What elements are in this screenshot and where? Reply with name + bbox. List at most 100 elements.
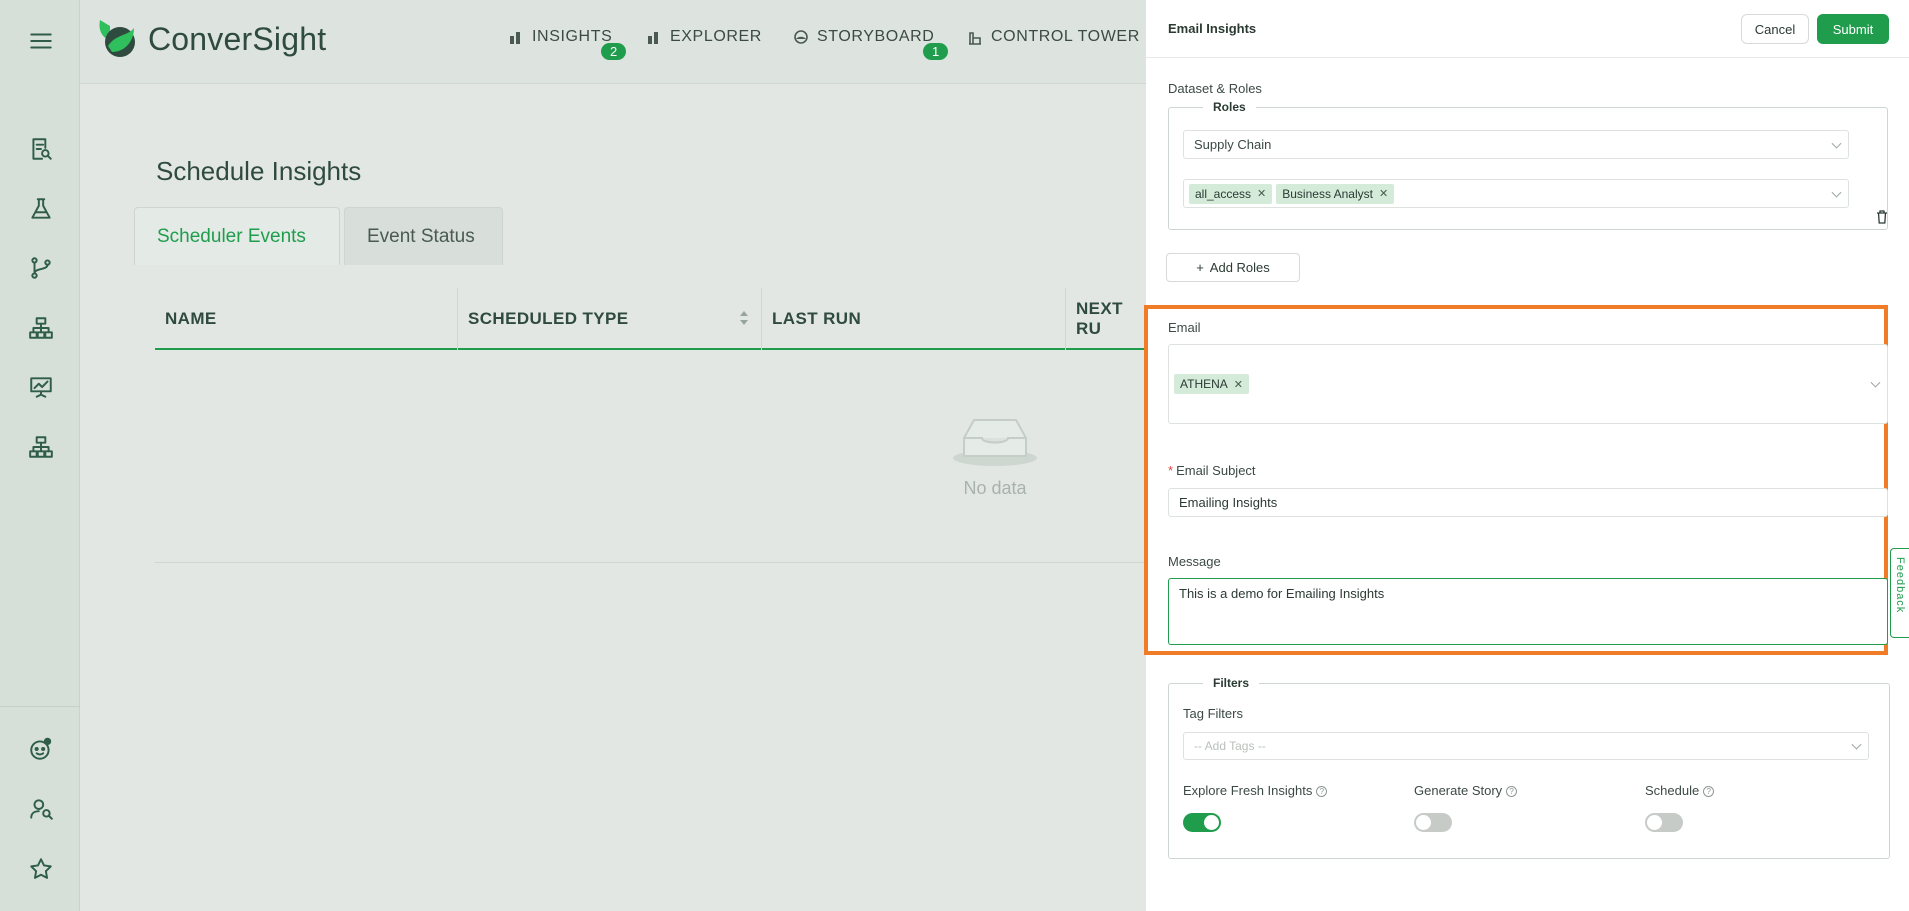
- explore-fresh-insights-toggle[interactable]: [1183, 813, 1221, 832]
- report-search-icon[interactable]: [26, 134, 56, 164]
- generate-story-text: Generate Story: [1414, 783, 1503, 798]
- email-subject-label-text: Email Subject: [1176, 463, 1256, 478]
- left-rail: [0, 0, 80, 911]
- chevron-down-icon: [1870, 377, 1881, 388]
- plus-icon: +: [1196, 260, 1204, 275]
- chevron-down-icon: [1831, 138, 1842, 149]
- required-marker: *: [1168, 463, 1174, 478]
- drawer-header: Email Insights Cancel Submit: [1146, 0, 1909, 58]
- menu-icon[interactable]: [26, 26, 56, 56]
- chevron-down-icon: [1831, 187, 1842, 198]
- roles-multiselect[interactable]: all_access ✕ Business Analyst ✕: [1183, 179, 1849, 208]
- help-icon[interactable]: ?: [1703, 786, 1715, 798]
- page-title: Schedule Insights: [156, 156, 362, 186]
- schedule-toggle[interactable]: [1645, 813, 1683, 832]
- control-tower-icon: [969, 32, 981, 45]
- user-search-icon[interactable]: [26, 794, 56, 824]
- cancel-button[interactable]: Cancel: [1741, 14, 1809, 44]
- submit-button[interactable]: Submit: [1817, 14, 1889, 44]
- table-header: NAME SCHEDULED TYPE LAST RUN NEXT RU: [155, 288, 1146, 350]
- brand-logo[interactable]: ConverSight: [94, 16, 326, 62]
- trash-icon[interactable]: [1876, 210, 1888, 224]
- bot-icon[interactable]: [26, 734, 56, 764]
- explore-fresh-insights-text: Explore Fresh Insights: [1183, 783, 1313, 798]
- presentation-chart-icon[interactable]: [26, 372, 56, 402]
- nav-insights[interactable]: INSIGHTS: [508, 28, 612, 46]
- remove-tag-icon[interactable]: ✕: [1234, 378, 1243, 391]
- roles-fieldset: Roles Supply Chain all_access ✕ Business …: [1168, 100, 1888, 230]
- email-recipients-select[interactable]: ATHENA ✕: [1168, 344, 1888, 424]
- hierarchy-icon[interactable]: [26, 313, 56, 343]
- column-last-run[interactable]: LAST RUN: [762, 288, 1066, 350]
- email-subject-input[interactable]: Emailing Insights: [1168, 488, 1888, 517]
- email-tag-label: ATHENA: [1180, 377, 1228, 391]
- nav-storyboard-label: STORYBOARD: [817, 28, 935, 45]
- sort-icon[interactable]: [739, 310, 749, 326]
- add-roles-label: Add Roles: [1209, 260, 1270, 275]
- org-chart-icon[interactable]: [26, 432, 56, 462]
- filters-legend: Filters: [1203, 676, 1260, 690]
- schedule-text: Schedule: [1645, 783, 1700, 798]
- chevron-down-icon: [1851, 739, 1862, 750]
- insights-count-badge: 2: [601, 43, 627, 60]
- add-roles-button[interactable]: + Add Roles: [1166, 253, 1300, 282]
- email-tag: ATHENA ✕: [1174, 374, 1250, 394]
- remove-tag-icon[interactable]: ✕: [1257, 187, 1266, 200]
- bar-chart-icon: [648, 32, 658, 44]
- email-subject-label: * Email Subject: [1168, 463, 1256, 478]
- tag-filters-placeholder: -- Add Tags --: [1194, 739, 1266, 753]
- feedback-label: Feedback: [1894, 557, 1906, 614]
- email-label: Email: [1168, 320, 1201, 335]
- toggle-knob: [1647, 815, 1662, 830]
- filters-fieldset: Filters Tag Filters -- Add Tags -- Explo…: [1168, 676, 1890, 859]
- rail-divider: [0, 706, 80, 707]
- branch-icon[interactable]: [26, 253, 56, 283]
- role-tag-label: all_access: [1195, 186, 1252, 201]
- toggle-knob: [1204, 815, 1219, 830]
- empty-state-text: No data: [963, 478, 1027, 498]
- toggle-knob: [1416, 815, 1431, 830]
- remove-tag-icon[interactable]: ✕: [1379, 187, 1388, 200]
- dataset-roles-label: Dataset & Roles: [1168, 81, 1262, 96]
- feedback-tab[interactable]: Feedback: [1890, 548, 1909, 638]
- star-icon[interactable]: [26, 854, 56, 884]
- storyboard-icon: [794, 30, 808, 44]
- empty-inbox-icon: [950, 408, 1040, 473]
- nav-insights-label: INSIGHTS: [532, 28, 613, 45]
- flask-icon[interactable]: [26, 194, 56, 224]
- role-tag: Business Analyst ✕: [1276, 183, 1395, 204]
- nav-control-tower-label: CONTROL TOWER: [991, 28, 1140, 45]
- drawer-title: Email Insights: [1168, 21, 1257, 36]
- role-tag: all_access ✕: [1189, 183, 1273, 204]
- schedule-label: Schedule?: [1645, 783, 1715, 798]
- tag-filters-select[interactable]: -- Add Tags --: [1183, 732, 1869, 760]
- help-icon[interactable]: ?: [1506, 786, 1518, 798]
- dataset-select-value: Supply Chain: [1194, 137, 1272, 152]
- column-next-run[interactable]: NEXT RU: [1066, 288, 1146, 350]
- nav-explorer-label: EXPLORER: [670, 28, 762, 45]
- email-insights-drawer: Email Insights Cancel Submit Dataset & R…: [1144, 0, 1909, 911]
- table-bottom-divider: [155, 562, 1146, 563]
- column-scheduled-type-label: SCHEDULED TYPE: [468, 309, 629, 328]
- generate-story-label: Generate Story?: [1414, 783, 1518, 798]
- tab-event-status[interactable]: Event Status: [344, 207, 503, 265]
- generate-story-toggle[interactable]: [1414, 813, 1452, 832]
- column-scheduled-type[interactable]: SCHEDULED TYPE: [458, 288, 762, 350]
- message-label: Message: [1168, 554, 1221, 569]
- tab-scheduler-events[interactable]: Scheduler Events: [134, 207, 340, 265]
- dataset-select[interactable]: Supply Chain: [1183, 130, 1849, 159]
- top-bar: ConverSight INSIGHTS 2 EXPLORER STORYBOA…: [80, 0, 1146, 84]
- nav-storyboard[interactable]: STORYBOARD: [793, 28, 934, 46]
- help-icon[interactable]: ?: [1316, 786, 1328, 798]
- storyboard-count-badge: 1: [923, 43, 949, 60]
- message-textarea[interactable]: This is a demo for Emailing Insights: [1168, 578, 1888, 645]
- column-name[interactable]: NAME: [155, 288, 458, 350]
- explore-fresh-insights-label: Explore Fresh Insights?: [1183, 783, 1328, 798]
- logo-mark-icon: [94, 16, 140, 62]
- nav-explorer[interactable]: EXPLORER: [646, 28, 762, 46]
- bar-chart-icon: [510, 32, 520, 44]
- tag-filters-label: Tag Filters: [1183, 706, 1243, 721]
- roles-legend: Roles: [1203, 100, 1256, 114]
- nav-control-tower[interactable]: CONTROL TOWER: [967, 28, 1140, 46]
- brand-name: ConverSight: [148, 20, 327, 57]
